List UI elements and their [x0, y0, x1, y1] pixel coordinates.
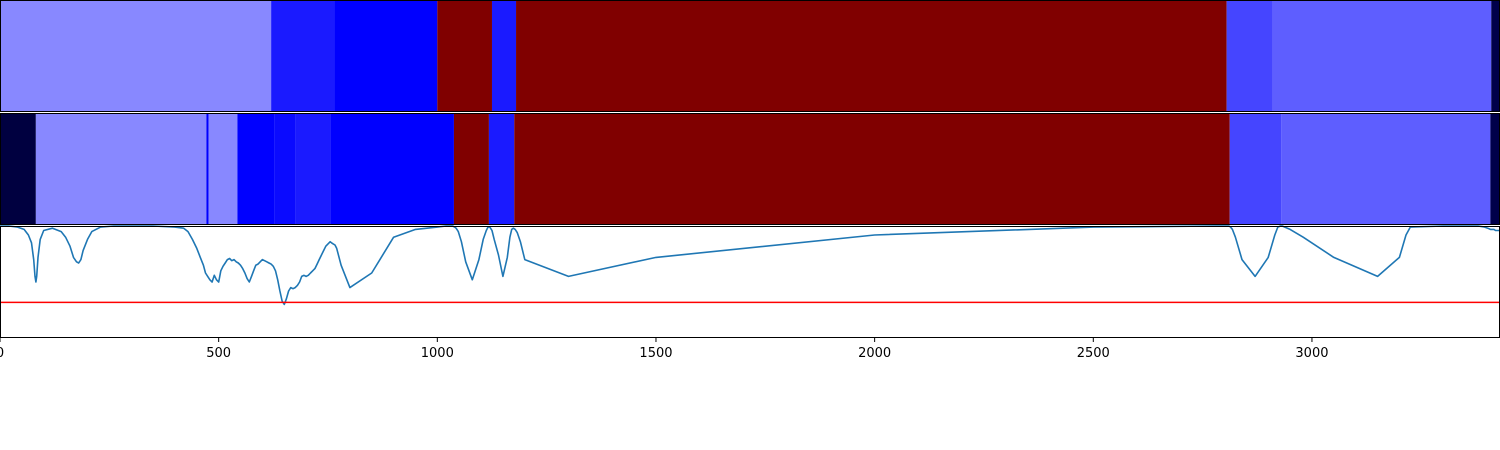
- spectrum-line: [0, 225, 1500, 306]
- x-tick-label: 1000: [421, 346, 454, 361]
- heatmap-segment: [237, 113, 275, 225]
- x-tick-label: 3000: [1295, 346, 1328, 361]
- heatmap-segment: [1272, 0, 1492, 112]
- line-panel: [0, 225, 1500, 338]
- heatmap-segment: [1226, 0, 1273, 112]
- heatmap-segment: [334, 0, 438, 112]
- x-tick-label: 2000: [858, 346, 891, 361]
- heatmap-segment: [488, 113, 515, 225]
- heatmap-segment: [330, 113, 454, 225]
- heatmap-segment: [1491, 0, 1500, 112]
- heatmap-segment: [491, 0, 517, 112]
- panel-frame: [0, 226, 1500, 338]
- heatmap-segment: [516, 0, 1227, 112]
- heatmap-segment: [437, 0, 492, 112]
- x-tick-label: 1500: [639, 346, 672, 361]
- heatmap-segment: [295, 113, 331, 225]
- heatmap-segment: [208, 113, 238, 225]
- heatmap-segment: [1490, 113, 1500, 225]
- heatmap-segment: [35, 113, 207, 225]
- x-tick-label: 500: [206, 346, 231, 361]
- heatmap-segment: [0, 113, 36, 225]
- heatmap-rows: [0, 0, 1500, 225]
- chart: 0 500 1000 1500 2000 2500 3000: [0, 0, 1500, 361]
- x-axis: 0 500 1000 1500 2000 2500 3000: [0, 338, 1329, 361]
- heatmap-segment: [514, 113, 1230, 225]
- x-tick-label: 2500: [1077, 346, 1110, 361]
- heatmap-segment: [0, 0, 272, 112]
- heatmap-segment: [1281, 113, 1491, 225]
- heatmap-segment: [274, 113, 296, 225]
- heatmap-segment: [206, 113, 209, 225]
- heatmap-segment: [1229, 113, 1282, 225]
- heatmap-segment: [271, 0, 335, 112]
- x-tick-label: 0: [0, 346, 4, 361]
- heatmap-segment: [453, 113, 489, 225]
